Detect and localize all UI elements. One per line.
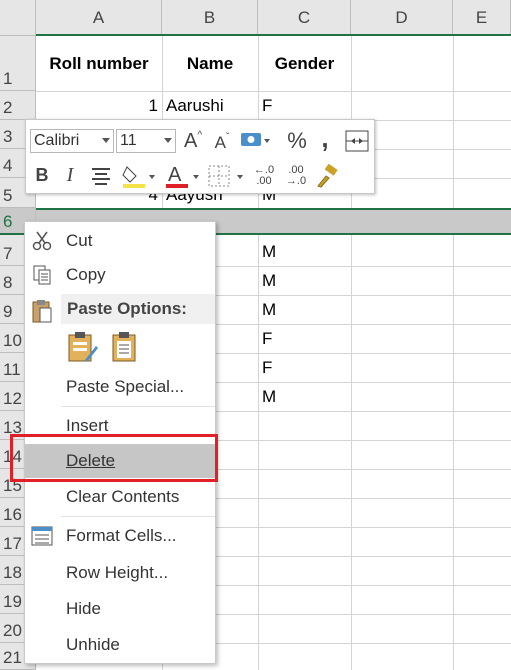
menu-label-paste-special: Paste Special...: [66, 377, 185, 396]
row-6-label: 6: [3, 212, 13, 231]
column-e-label: E: [475, 7, 488, 27]
menu-label-copy: Copy: [66, 265, 106, 284]
clipboard-icon: [31, 298, 53, 323]
menu-label-unhide: Unhide: [66, 635, 120, 654]
header-cell-name[interactable]: Name: [162, 36, 258, 91]
column-header-d[interactable]: D: [351, 0, 453, 36]
menu-label-clear-contents: Clear Contents: [66, 487, 180, 506]
row-12-label: 12: [3, 389, 22, 408]
font-size-combo[interactable]: 11: [116, 129, 176, 153]
percent-label: %: [287, 128, 307, 153]
select-all-corner[interactable]: [0, 0, 36, 36]
chevron-down-icon[interactable]: [102, 138, 110, 143]
menu-label-cut: Cut: [66, 231, 93, 250]
column-a-label: A: [92, 7, 105, 27]
row-3-label: 3: [3, 127, 13, 146]
cell-c10[interactable]: F: [258, 324, 351, 353]
cell-a2[interactable]: 1: [36, 91, 162, 120]
column-header-a[interactable]: A: [36, 0, 162, 36]
menu-item-format-cells[interactable]: Format Cells...: [25, 519, 215, 553]
row-8-label: 8: [3, 273, 13, 292]
comma-label: ,: [321, 122, 329, 153]
row-header-1[interactable]: 1: [0, 36, 36, 91]
row-19-label: 19: [3, 592, 22, 611]
cell-c2[interactable]: F: [258, 91, 351, 120]
scissors-icon: [31, 230, 53, 252]
bold-label: B: [35, 164, 49, 185]
row-11-label: 11: [3, 360, 21, 379]
decrease-decimal-icon[interactable]: .00 →.0: [282, 162, 310, 190]
increase-font-icon[interactable]: A ^: [180, 128, 206, 154]
menu-item-hide[interactable]: Hide: [25, 592, 215, 626]
menu-item-row-height[interactable]: Row Height...: [25, 556, 215, 590]
row-10-label: 10: [3, 331, 22, 350]
column-header-e[interactable]: E: [453, 0, 511, 36]
cell-c11[interactable]: F: [258, 353, 351, 382]
cell-b2[interactable]: Aarushi: [162, 91, 258, 120]
comma-style-icon[interactable]: ,: [313, 122, 337, 153]
borders-icon[interactable]: [206, 162, 246, 190]
header-cell-gender[interactable]: Gender: [258, 36, 351, 91]
column-header-b[interactable]: B: [162, 0, 258, 36]
format-cells-icon: [31, 525, 53, 547]
column-b-label: B: [203, 7, 216, 27]
header-cell-roll-number[interactable]: Roll number: [36, 36, 162, 91]
row-5-label: 5: [3, 186, 13, 205]
decrease-font-icon[interactable]: Aˇ: [209, 130, 235, 156]
chevron-down-icon[interactable]: [164, 138, 172, 143]
bold-icon[interactable]: B: [30, 162, 54, 188]
menu-item-paste-special[interactable]: Paste Special...: [25, 370, 215, 404]
menu-item-clear-contents[interactable]: Clear Contents: [25, 480, 215, 514]
column-header-c[interactable]: C: [258, 0, 351, 36]
column-c-label: C: [297, 7, 311, 27]
menu-item-unhide[interactable]: Unhide: [25, 628, 215, 662]
increase-decimal-label: ←.0 .00: [253, 164, 275, 187]
paste-options-header: Paste Options:: [61, 294, 215, 324]
row-20-label: 20: [3, 621, 22, 640]
font-name-value: Calibri: [34, 132, 80, 149]
percent-icon[interactable]: %: [284, 128, 310, 154]
menu-label-insert: Insert: [66, 416, 109, 435]
row-9-label: 9: [3, 302, 13, 321]
cell-c8[interactable]: M: [258, 266, 351, 295]
copy-icon: [31, 264, 53, 286]
paste-formatting-icon[interactable]: [67, 330, 99, 364]
menu-separator: [61, 406, 215, 407]
fill-color-icon[interactable]: [120, 162, 158, 190]
row-16-label: 16: [3, 505, 22, 524]
menu-item-cut[interactable]: Cut: [25, 224, 215, 258]
menu-label-row-height: Row Height...: [66, 563, 169, 582]
accounting-format-icon[interactable]: [238, 128, 272, 154]
cell-c9[interactable]: M: [258, 295, 351, 324]
italic-icon[interactable]: I: [58, 162, 82, 188]
align-center-icon[interactable]: [88, 164, 114, 188]
row-18-label: 18: [3, 563, 22, 582]
menu-label-format-cells: Format Cells...: [66, 526, 177, 545]
cell-c7[interactable]: M: [258, 237, 351, 266]
column-d-label: D: [395, 7, 408, 27]
increase-decimal-icon[interactable]: ←.0 .00: [250, 162, 278, 190]
format-painter-icon[interactable]: [314, 163, 340, 189]
menu-label-hide: Hide: [66, 599, 101, 618]
decrease-decimal-label: .00 →.0: [285, 164, 307, 187]
row-21-label: 21: [3, 648, 22, 667]
row-header-2[interactable]: 2: [0, 91, 36, 120]
svg-text:A: A: [168, 164, 182, 186]
merge-icon[interactable]: [344, 129, 370, 153]
font-size-value: 11: [120, 132, 137, 149]
font-name-combo[interactable]: Calibri: [30, 129, 114, 153]
row-17-label: 17: [3, 534, 22, 553]
italic-label: I: [66, 163, 74, 186]
font-color-icon[interactable]: A: [164, 162, 202, 190]
cell-c12[interactable]: M: [258, 382, 351, 411]
row-1-label: 1: [3, 69, 13, 88]
mini-toolbar: Calibri 11 A ^ Aˇ % , B I A ←.0 .00 .00 →…: [25, 119, 375, 194]
paste-values-icon[interactable]: [111, 330, 141, 364]
delete-highlight-box: [10, 434, 218, 482]
menu-separator: [61, 516, 215, 517]
row-7-label: 7: [3, 244, 13, 263]
menu-item-copy[interactable]: Copy: [25, 258, 215, 292]
row-4-label: 4: [3, 156, 13, 175]
row-2-label: 2: [3, 98, 13, 117]
